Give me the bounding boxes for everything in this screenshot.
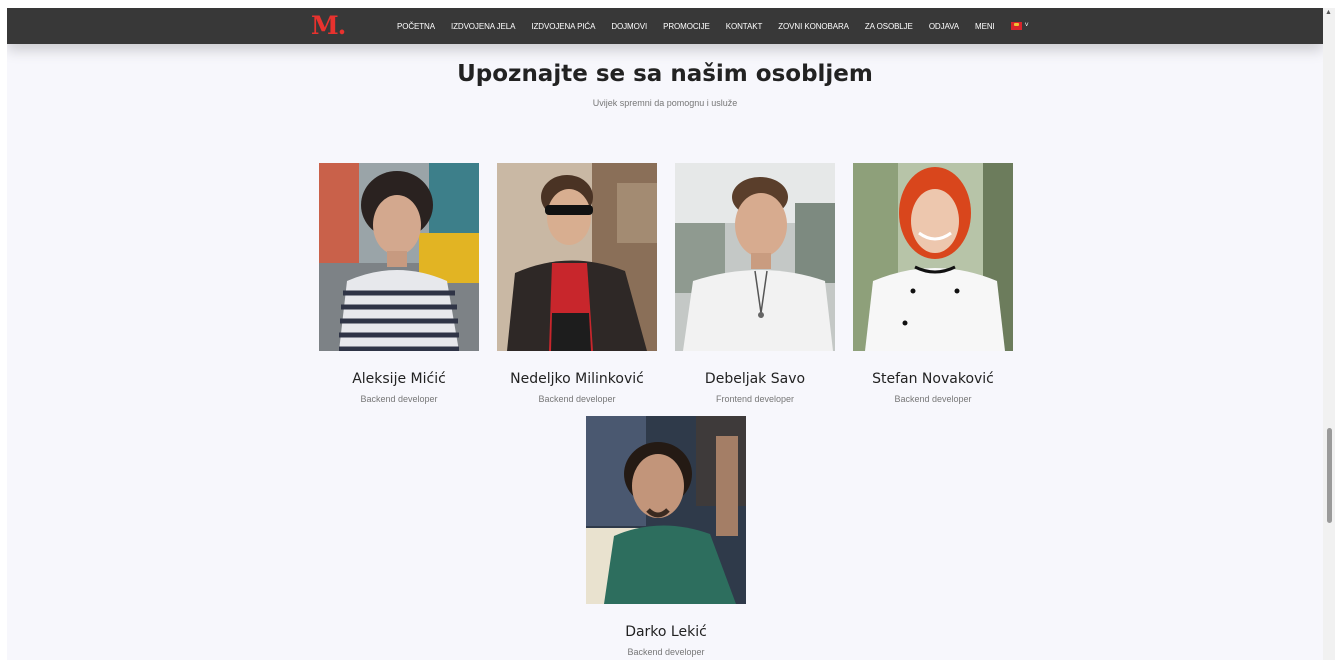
person-photo-icon <box>675 163 835 351</box>
person-photo-icon <box>853 163 1013 351</box>
staff-card: Aleksije Mićić Backend developer <box>310 163 488 404</box>
nav-item-zovni-konobara[interactable]: Zovni konobara <box>778 22 849 31</box>
nav-item-izdvojena-pica[interactable]: Izdvojena pića <box>531 22 595 31</box>
staff-card: Darko Lekić Backend developer <box>577 416 755 657</box>
nav-item-za-osoblje[interactable]: Za osoblje <box>865 22 913 31</box>
staff-name: Debeljak Savo <box>704 371 806 387</box>
page: M. Početna Izdvojena jela Izdvojena pića… <box>7 8 1323 660</box>
nav-item-kontakt[interactable]: Kontakt <box>726 22 763 31</box>
staff-name: Stefan Novaković <box>872 371 994 387</box>
section-subtitle: Uvijek spremni da pomognu i usluže <box>592 98 738 108</box>
nav-item-meni[interactable]: Meni <box>975 22 995 31</box>
language-dropdown[interactable]: ˅ <box>1010 22 1029 30</box>
person-photo-icon <box>586 416 746 604</box>
staff-role: Backend developer <box>538 394 616 404</box>
staff-photo <box>497 163 657 351</box>
nav-item-izdvojena-jela[interactable]: Izdvojena jela <box>451 22 516 31</box>
staff-photo <box>319 163 479 351</box>
vertical-scrollbar[interactable]: ▲ <box>1323 8 1335 660</box>
staff-photo <box>586 416 746 604</box>
staff-card: Stefan Novaković Backend developer <box>844 163 1022 404</box>
staff-role: Backend developer <box>627 647 705 657</box>
staff-photo <box>675 163 835 351</box>
flag-icon <box>1010 22 1022 30</box>
staff-name: Darko Lekić <box>625 624 707 640</box>
person-photo-icon <box>497 163 657 351</box>
staff-card: Nedeljko Milinković Backend developer <box>488 163 666 404</box>
section-title: Upoznajte se sa našim osobljem <box>457 61 873 87</box>
chevron-down-icon: ˅ <box>1024 22 1029 29</box>
staff-role: Frontend developer <box>715 394 795 404</box>
staff-role: Backend developer <box>360 394 438 404</box>
person-photo-icon <box>319 163 479 351</box>
nav-item-odjava[interactable]: Odjava <box>929 22 959 31</box>
nav-item-pocetna[interactable]: Početna <box>397 22 435 31</box>
staff-card: Debeljak Savo Frontend developer <box>666 163 844 404</box>
staff-name: Aleksije Mićić <box>352 371 446 387</box>
brand-logo[interactable]: M. <box>311 12 346 40</box>
staff-role: Backend developer <box>894 394 972 404</box>
navbar: M. Početna Izdvojena jela Izdvojena pića… <box>7 8 1323 44</box>
staff-name: Nedeljko Milinković <box>510 371 644 387</box>
nav-menu: Početna Izdvojena jela Izdvojena pića Do… <box>397 8 1029 44</box>
nav-item-promocije[interactable]: Promocije <box>663 22 710 31</box>
scroll-up-arrow-icon[interactable]: ▲ <box>1325 9 1332 16</box>
staff-photo <box>853 163 1013 351</box>
scrollbar-thumb[interactable] <box>1327 428 1332 523</box>
nav-item-dojmovi[interactable]: Dojmovi <box>611 22 647 31</box>
